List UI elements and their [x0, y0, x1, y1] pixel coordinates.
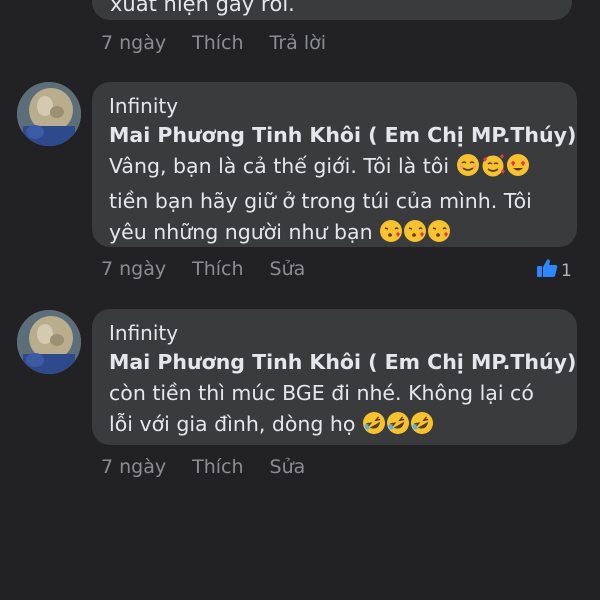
comment-line: tiền bạn hãy giữ ở trong túi của mình. T…: [109, 189, 532, 213]
avatar[interactable]: [17, 82, 81, 146]
avatar-image: [17, 310, 81, 374]
heart-eyes-icon: [506, 153, 530, 186]
comment-actions: 7 ngày Thích Sửa: [101, 456, 331, 478]
rolling-on-floor-laughing-icon: [386, 411, 410, 444]
comment-line: còn tiền thì múc BGE đi nhé. Không lại c…: [109, 381, 534, 405]
comment-thread: xuất hiện gây rối. 7 ngày Thích Trả lời …: [0, 0, 600, 600]
face-blowing-kiss-icon: [379, 219, 403, 252]
comment-line: lỗi với gia đình, dòng họ: [109, 409, 561, 444]
comment-author[interactable]: Infinity: [109, 92, 561, 120]
edit-button[interactable]: Sửa: [270, 258, 306, 280]
mention-link[interactable]: Mai Phương Tinh Khôi ( Em Chị MP.Thúy): [109, 347, 576, 378]
like-button[interactable]: Thích: [192, 258, 243, 280]
comment-bubble: Infinity Mai Phương Tinh Khôi ( Em Chị M…: [92, 309, 577, 445]
comment-text: yêu những người như bạn: [109, 220, 373, 244]
like-button[interactable]: Thích: [192, 32, 243, 54]
edit-button[interactable]: Sửa: [270, 456, 306, 478]
smiling-face-icon: [456, 153, 480, 186]
comment-text: lỗi với gia đình, dòng họ: [109, 412, 356, 436]
rolling-on-floor-laughing-icon: [362, 411, 386, 444]
face-blowing-kiss-icon: [427, 219, 451, 252]
avatar[interactable]: [17, 310, 81, 374]
comment-timestamp[interactable]: 7 ngày: [101, 32, 166, 54]
comment-text: Vâng, bạn là cả thế giới. Tôi là tôi: [109, 154, 450, 178]
comment-line: yêu những người như bạn: [109, 217, 561, 252]
comment-actions: 7 ngày Thích Sửa: [101, 258, 331, 280]
comment-bubble: Infinity Mai Phương Tinh Khôi ( Em Chị M…: [92, 82, 577, 247]
comment-timestamp[interactable]: 7 ngày: [101, 456, 166, 478]
comment-actions: 7 ngày Thích Trả lời: [101, 32, 352, 54]
rolling-on-floor-laughing-icon: [410, 411, 434, 444]
reaction-summary[interactable]: 1: [537, 258, 572, 283]
thumbs-up-icon: [537, 258, 559, 283]
comment-author[interactable]: Infinity: [109, 319, 561, 347]
like-button[interactable]: Thích: [192, 456, 243, 478]
comment-timestamp[interactable]: 7 ngày: [101, 258, 166, 280]
comment-text: xuất hiện gây rối.: [110, 0, 295, 16]
avatar-image: [17, 82, 81, 146]
mention-link[interactable]: Mai Phương Tinh Khôi ( Em Chị MP.Thúy): [109, 120, 576, 151]
comment-bubble-partial: xuất hiện gây rối.: [92, 0, 572, 20]
face-blowing-kiss-icon: [403, 219, 427, 252]
reply-button[interactable]: Trả lời: [270, 32, 327, 54]
reaction-count: 1: [561, 260, 572, 281]
smiling-face-with-hearts-icon: [480, 153, 506, 186]
comment-line: Vâng, bạn là cả thế giới. Tôi là tôi: [109, 151, 561, 186]
